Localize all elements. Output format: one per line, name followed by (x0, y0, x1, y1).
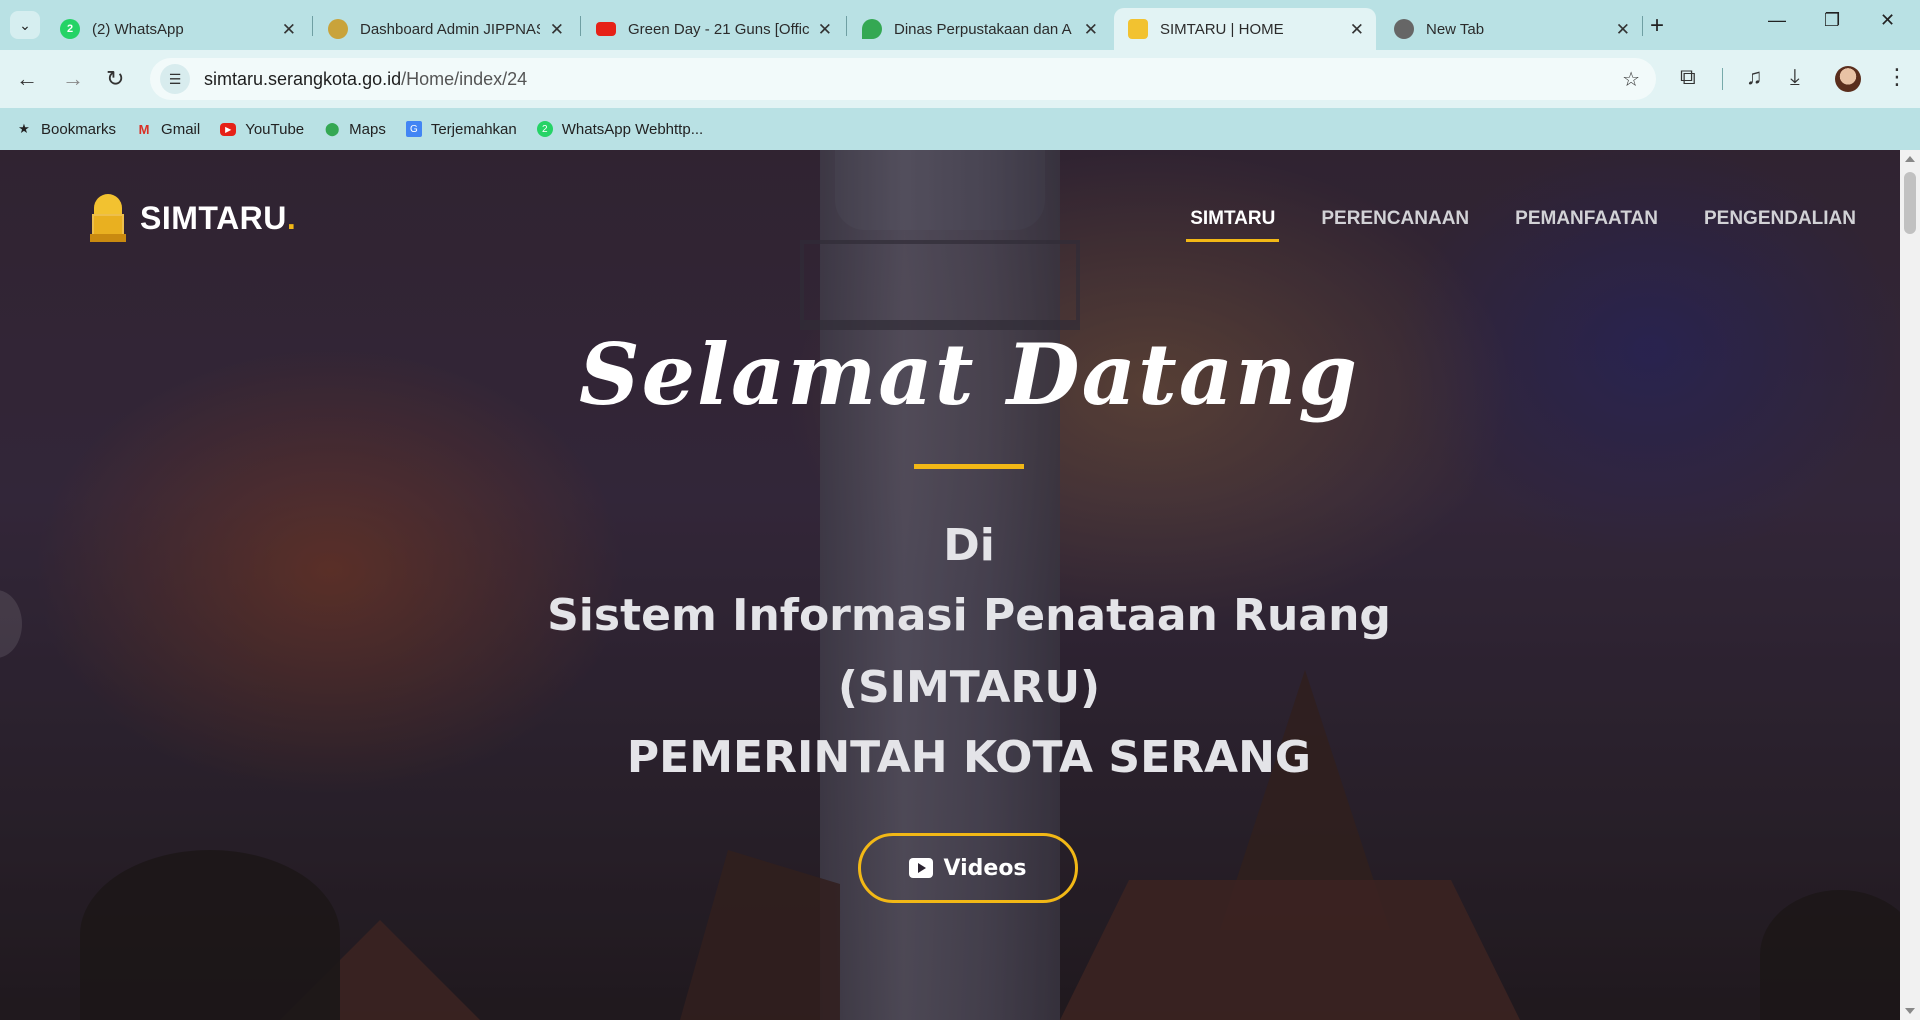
hero-line-1: Di (943, 520, 995, 571)
star-icon: ★ (18, 121, 30, 136)
videos-button-label: Videos (943, 855, 1027, 881)
translate-icon: G (405, 121, 422, 137)
close-icon[interactable]: ✕ (1350, 20, 1364, 40)
tab-title: Dinas Perpustakaan dan Ar (894, 20, 1072, 38)
bookmark-whatsapp[interactable]: 2 WhatsApp Webhttp... (536, 120, 704, 138)
tab-title: (2) WhatsApp (92, 20, 184, 38)
scroll-down-icon[interactable] (1905, 1008, 1915, 1014)
kota-serang-emblem-icon (90, 194, 126, 242)
logo-text: SIMTARU. (140, 199, 297, 236)
chevron-down-icon: ⌄ (19, 16, 31, 33)
bookmark-star-icon[interactable]: ☆ (1622, 67, 1640, 92)
bookmark-label: Maps (349, 120, 386, 138)
reload-button[interactable]: ↻ (106, 66, 124, 92)
tab-whatsapp[interactable]: 2 (2) WhatsApp ✕ (46, 8, 308, 50)
chrome-icon (1394, 19, 1414, 39)
page-viewport: SIMTARU. SIMTARU PERENCANAAN PEMANFAATAN… (0, 150, 1900, 1020)
close-icon[interactable]: ✕ (818, 20, 832, 40)
avatar[interactable] (1835, 66, 1861, 92)
browser-toolbar: ← → ↻ ☰ simtaru.serangkota.go.id/Home/in… (0, 50, 1920, 108)
minimize-button[interactable]: — (1768, 10, 1786, 31)
bookmark-label: WhatsApp Webhttp... (561, 120, 704, 138)
gmail-icon: M (138, 121, 150, 137)
bookmark-label: Gmail (161, 120, 201, 138)
bookmark-translate[interactable]: G Terjemahkan (405, 120, 517, 138)
maps-icon (862, 19, 882, 39)
toolbar-divider (1722, 68, 1723, 90)
tab-simtaru[interactable]: SIMTARU | HOME ✕ (1114, 8, 1376, 50)
scroll-thumb[interactable] (1904, 172, 1916, 234)
hero-line-2: Sistem Informasi Penataan Ruang (547, 590, 1391, 641)
close-icon[interactable]: ✕ (282, 20, 296, 40)
nav-pengendalian[interactable]: PENGENDALIAN (1704, 208, 1856, 242)
page-scrollbar[interactable] (1900, 150, 1920, 1020)
tab-youtube[interactable]: Green Day - 21 Guns [Offic ✕ (582, 8, 844, 50)
bookmarks-bar: ★ Bookmarks M Gmail ▶ YouTube ⬤ Maps G T… (0, 108, 1920, 150)
tab-dinas[interactable]: Dinas Perpustakaan dan Ar ✕ (848, 8, 1110, 50)
hero-divider (914, 464, 1024, 469)
tab-title: Dashboard Admin JIPPNAS (360, 20, 540, 38)
youtube-icon (596, 22, 616, 36)
hero-line-3: (SIMTARU) (837, 662, 1101, 713)
bookmark-youtube[interactable]: ▶ YouTube (220, 121, 304, 138)
menu-icon[interactable]: ⋮ (1886, 64, 1908, 90)
tab-title: Green Day - 21 Guns [Offic (628, 20, 810, 38)
bookmark-maps[interactable]: ⬤ Maps (324, 121, 386, 138)
close-icon[interactable]: ✕ (1616, 20, 1630, 40)
site-logo[interactable]: SIMTARU. (90, 194, 296, 242)
hero-greeting: Selamat Datang (578, 325, 1360, 424)
address-bar[interactable]: ☰ simtaru.serangkota.go.id/Home/index/24… (150, 58, 1656, 100)
download-icon[interactable]: ⤓ (1790, 64, 1800, 90)
media-control-icon[interactable]: ♫ (1746, 64, 1763, 90)
bookmark-gmail[interactable]: M Gmail (136, 120, 201, 138)
bookmark-label: Bookmarks (41, 120, 117, 138)
tab-title: New Tab (1426, 20, 1485, 38)
tab-search-button[interactable]: ⌄ (10, 11, 40, 39)
bookmark-all[interactable]: ★ Bookmarks (16, 121, 116, 138)
restore-button[interactable]: ❐ (1824, 10, 1840, 31)
maps-icon: ⬤ (324, 121, 340, 136)
nav-perencanaan[interactable]: PERENCANAAN (1321, 208, 1469, 242)
tab-strip: ⌄ 2 (2) WhatsApp ✕ Dashboard Admin JIPPN… (0, 0, 1920, 50)
youtube-icon: ▶ (220, 122, 237, 136)
main-nav: SIMTARU PERENCANAAN PEMANFAATAN PENGENDA… (1144, 208, 1856, 242)
nav-pemanfaatan[interactable]: PEMANFAATAN (1515, 208, 1658, 242)
bookmark-label: YouTube (245, 120, 305, 138)
tab-new[interactable]: New Tab ✕ (1380, 8, 1642, 50)
extensions-icon[interactable]: ⧉ (1680, 64, 1696, 90)
bookmark-label: Terjemahkan (430, 120, 517, 138)
back-button[interactable]: ← (16, 66, 38, 92)
hero-line-4: PEMERINTAH KOTA SERANG (626, 732, 1312, 783)
simtaru-icon (1128, 19, 1148, 39)
site-info-icon[interactable]: ☰ (160, 64, 190, 94)
close-icon[interactable]: ✕ (1084, 20, 1098, 40)
close-icon[interactable]: ✕ (550, 20, 564, 40)
videos-button[interactable]: Videos (858, 833, 1078, 903)
new-tab-button[interactable]: + (1650, 12, 1664, 40)
forward-button[interactable]: → (62, 66, 84, 92)
url-text: simtaru.serangkota.go.id/Home/index/24 (204, 68, 528, 89)
garuda-icon (328, 19, 348, 39)
play-icon (909, 858, 934, 878)
scroll-up-icon[interactable] (1905, 156, 1915, 162)
whatsapp-icon: 2 (536, 121, 553, 137)
nav-simtaru[interactable]: SIMTARU (1186, 208, 1280, 242)
close-window-button[interactable]: ✕ (1880, 10, 1895, 31)
tab-dashboard[interactable]: Dashboard Admin JIPPNAS ✕ (314, 8, 576, 50)
whatsapp-icon: 2 (60, 19, 80, 39)
tab-title: SIMTARU | HOME (1160, 20, 1284, 38)
